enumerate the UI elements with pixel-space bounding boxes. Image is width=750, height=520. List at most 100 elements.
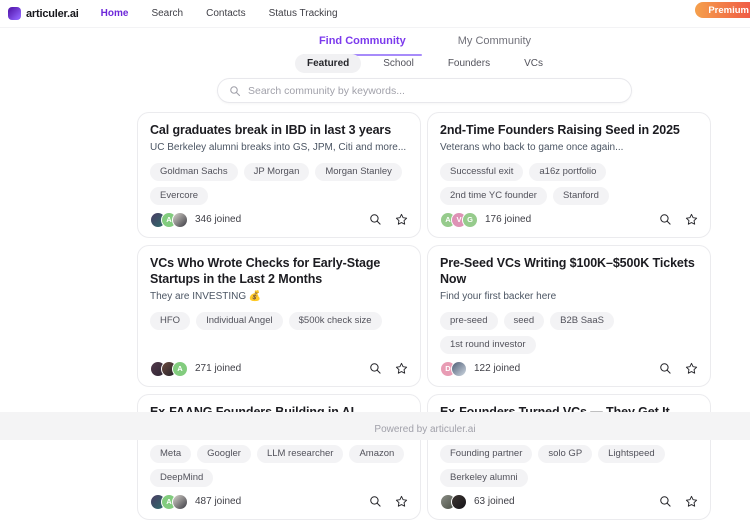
tag-pill[interactable]: Morgan Stanley [315,163,402,181]
tag-pill[interactable]: $500k check size [289,312,382,330]
card-title: VCs Who Wrote Checks for Early-Stage Sta… [150,255,408,288]
avatar-initial: G [462,212,478,228]
community-card[interactable]: Cal graduates break in IBD in last 3 yea… [137,112,421,238]
tag-pill[interactable]: seed [504,312,545,330]
tag-pill[interactable]: solo GP [538,445,592,463]
card-actions [659,495,698,508]
card-actions [369,213,408,226]
community-card[interactable]: 2nd-Time Founders Raising Seed in 2025 V… [427,112,711,238]
avatar-initial: A [172,361,188,377]
star-icon[interactable] [395,213,408,226]
tag-pill[interactable]: Meta [150,445,191,463]
card-tags: Successful exit a16z portfolio 2nd time YC… [440,163,698,205]
avatar-photo [172,212,188,228]
tab-find-community[interactable]: Find Community [303,31,422,56]
search-icon [229,85,241,97]
card-avatars: D [440,361,467,377]
nav-item-status-tracking[interactable]: Status Tracking [269,8,338,19]
card-actions [659,213,698,226]
top-nav-bar: articuler.ai Home Search Contacts Status… [0,0,750,28]
card-tags: HFO Individual Angel $500k check size [150,312,408,330]
card-tags: Goldman Sachs JP Morgan Morgan Stanley Ever… [150,163,408,205]
brand-logo-icon [8,7,21,20]
tag-pill[interactable]: pre-seed [440,312,498,330]
card-title: Pre-Seed VCs Writing $100K–$500K Tickets… [440,255,698,288]
card-avatars: A [150,212,188,228]
card-footer: A 346 joined [150,205,408,228]
tag-pill[interactable]: HFO [150,312,190,330]
card-joined: 176 joined [485,214,531,225]
footer-powered-by: Powered by articuler.ai [100,424,750,435]
card-actions [369,495,408,508]
card-footer: A 487 joined [150,487,408,510]
filter-school[interactable]: School [371,54,426,73]
star-icon[interactable] [685,213,698,226]
tag-pill[interactable]: Stanford [553,187,609,205]
tag-pill[interactable]: Amazon [349,445,404,463]
card-avatars [440,494,467,510]
star-icon[interactable] [395,362,408,375]
tag-pill[interactable]: 2nd time YC founder [440,187,547,205]
card-footer: A 271 joined [150,354,408,377]
card-joined: 63 joined [474,496,515,507]
filter-founders[interactable]: Founders [436,54,502,73]
card-tags: pre-seed seed B2B SaaS 1st round investor [440,312,698,354]
avatar-photo [451,361,467,377]
card-joined: 487 joined [195,496,241,507]
card-subtitle: They are INVESTING 💰 [150,291,408,304]
main-nav: Home Search Contacts Status Tracking [101,8,338,19]
community-card[interactable]: VCs Who Wrote Checks for Early-Stage Sta… [137,245,421,387]
tag-pill[interactable]: a16z portfolio [529,163,606,181]
card-joined: 122 joined [474,363,520,374]
star-icon[interactable] [685,362,698,375]
card-subtitle: Find your first backer here [440,291,698,304]
footer: Powered by articuler.ai [0,412,750,440]
search-input[interactable] [248,85,620,97]
nav-item-search[interactable]: Search [151,8,183,19]
zoom-icon[interactable] [369,362,382,375]
community-card[interactable]: Pre-Seed VCs Writing $100K–$500K Tickets… [427,245,711,387]
star-icon[interactable] [685,495,698,508]
avatar-photo [451,494,467,510]
tag-pill[interactable]: Goldman Sachs [150,163,238,181]
zoom-icon[interactable] [369,213,382,226]
card-footer: D 122 joined [440,354,698,377]
zoom-icon[interactable] [659,362,672,375]
zoom-icon[interactable] [659,213,672,226]
card-avatars: A [150,361,188,377]
filter-vcs[interactable]: VCs [512,54,555,73]
tag-pill[interactable]: 1st round investor [440,336,536,354]
tag-pill[interactable]: Evercore [150,187,208,205]
tag-pill[interactable]: Googler [197,445,251,463]
tag-pill[interactable]: B2B SaaS [550,312,614,330]
tag-pill[interactable]: Lightspeed [598,445,664,463]
nav-item-home[interactable]: Home [101,8,129,19]
tag-pill[interactable]: Founding partner [440,445,532,463]
tag-pill[interactable]: DeepMind [150,469,213,487]
card-footer: AVG 176 joined [440,205,698,228]
tag-pill[interactable]: LLM researcher [257,445,344,463]
zoom-icon[interactable] [659,495,672,508]
star-icon[interactable] [395,495,408,508]
brand-wordmark: articuler.ai [26,8,79,20]
tag-pill[interactable]: Berkeley alumni [440,469,528,487]
tab-my-community[interactable]: My Community [442,31,547,56]
card-title: 2nd-Time Founders Raising Seed in 2025 [440,122,698,138]
card-avatars: AVG [440,212,478,228]
tag-pill[interactable]: Successful exit [440,163,523,181]
card-tags: Founding partner solo GP Lightspeed Berkele… [440,445,698,487]
nav-item-contacts[interactable]: Contacts [206,8,245,19]
avatar-photo [172,494,188,510]
card-footer: 63 joined [440,487,698,510]
card-tags: Meta Googler LLM researcher Amazon DeepMind [150,445,408,487]
card-joined: 346 joined [195,214,241,225]
tag-pill[interactable]: Individual Angel [196,312,283,330]
zoom-icon[interactable] [369,495,382,508]
filter-featured[interactable]: Featured [295,54,361,73]
premium-button[interactable]: Premium [695,2,750,18]
tag-pill[interactable]: JP Morgan [244,163,310,181]
card-subtitle: UC Berkeley alumni breaks into GS, JPM, … [150,142,408,155]
card-actions [369,362,408,375]
search-bar[interactable] [217,78,632,103]
card-avatars: A [150,494,188,510]
